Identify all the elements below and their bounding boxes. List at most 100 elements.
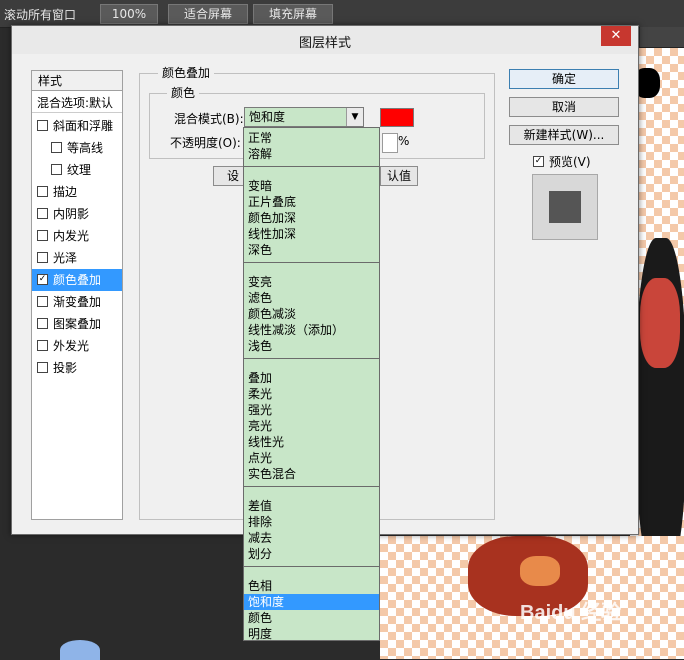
reset-default-button[interactable]: 认值 (380, 166, 418, 186)
blend-mode-option[interactable]: 颜色 (244, 610, 379, 626)
chevron-down-icon[interactable]: ▼ (346, 108, 363, 126)
preview-thumbnail (532, 174, 598, 240)
preview-label: 预览(V) (549, 155, 591, 169)
checkbox-icon[interactable] (37, 252, 48, 263)
fit-screen-button[interactable]: 适合屏幕 (168, 4, 248, 24)
blend-mode-option[interactable]: 颜色加深 (244, 210, 379, 226)
dropdown-separator (244, 358, 379, 359)
dialog-titlebar[interactable]: 图层样式 ✕ (12, 26, 638, 54)
blend-mode-option[interactable]: 线性减淡（添加） (244, 322, 379, 338)
blue-shape (60, 640, 100, 660)
style-item-label: 光泽 (53, 251, 78, 265)
blend-mode-option[interactable]: 实色混合 (244, 466, 379, 482)
blend-mode-option[interactable]: 叠加 (244, 370, 379, 386)
style-item-label: 斜面和浮雕 (53, 119, 114, 133)
style-item-label: 颜色叠加 (53, 273, 102, 287)
blend-mode-option[interactable]: 点光 (244, 450, 379, 466)
checkbox-icon[interactable] (37, 362, 48, 373)
blend-mode-option[interactable]: 差值 (244, 498, 379, 514)
blend-mode-option[interactable]: 亮光 (244, 418, 379, 434)
style-item[interactable]: 内阴影 (32, 203, 122, 225)
checkbox-icon[interactable] (51, 164, 62, 175)
blend-mode-option[interactable]: 饱和度 (244, 594, 379, 610)
make-default-label: 设 (226, 169, 239, 183)
blend-mode-option[interactable]: 正常 (244, 130, 379, 146)
blend-mode-option[interactable]: 排除 (244, 514, 379, 530)
artwork-shoe-highlight (520, 556, 560, 586)
style-item[interactable]: 投影 (32, 357, 122, 379)
blend-mode-option[interactable]: 深色 (244, 242, 379, 258)
color-overlay-title: 颜色叠加 (158, 64, 215, 81)
blend-mode-option[interactable]: 变暗 (244, 178, 379, 194)
checkbox-icon[interactable] (37, 230, 48, 241)
style-item-label: 外发光 (53, 339, 90, 353)
blend-mode-option[interactable]: 色相 (244, 578, 379, 594)
blend-mode-dropdown-list: 正常 溶解变暗 正片叠底 颜色加深 线性加深 深色变亮 滤色 颜色减淡 线性减淡（添加） 浅色叠加… (243, 127, 380, 641)
style-item-label: 等高线 (67, 141, 104, 155)
opacity-input[interactable] (382, 133, 398, 153)
blend-mode-option[interactable]: 正片叠底 (244, 194, 379, 210)
style-item[interactable]: 图案叠加 (32, 313, 122, 335)
checkbox-icon[interactable] (37, 120, 48, 131)
style-item[interactable]: 等高线 (32, 137, 122, 159)
checkbox-icon[interactable] (51, 142, 62, 153)
close-button[interactable]: ✕ (601, 26, 631, 46)
ok-button[interactable]: 确定 (509, 69, 619, 89)
style-item[interactable]: 纹理 (32, 159, 122, 181)
blend-mode-option[interactable]: 减去 (244, 530, 379, 546)
blend-mode-option[interactable]: 划分 (244, 546, 379, 562)
blending-options-item[interactable]: 混合选项:默认 (32, 93, 122, 113)
style-item[interactable]: 外发光 (32, 335, 122, 357)
style-item-label: 纹理 (67, 163, 92, 177)
preview-checkbox[interactable]: ✓ 预览(V) (533, 153, 591, 170)
blend-mode-option[interactable]: 滤色 (244, 290, 379, 306)
blend-mode-option[interactable]: 颜色减淡 (244, 306, 379, 322)
dialog-title: 图层样式 (298, 36, 351, 51)
artwork-red (640, 278, 680, 368)
style-item[interactable]: 光泽 (32, 247, 122, 269)
style-item[interactable]: ✓ 颜色叠加 (32, 269, 122, 291)
blend-mode-option[interactable]: 变亮 (244, 274, 379, 290)
blend-mode-option[interactable]: 浅色 (244, 338, 379, 354)
style-item[interactable]: 斜面和浮雕 (32, 115, 122, 137)
styles-list: 样式 混合选项:默认 斜面和浮雕等高线纹理描边内阴影内发光光泽 ✓ 颜色叠加渐变叠加… (31, 70, 123, 520)
blend-mode-option[interactable]: 柔光 (244, 386, 379, 402)
cancel-button[interactable]: 取消 (509, 97, 619, 117)
checkbox-icon[interactable] (37, 296, 48, 307)
overlay-color-swatch[interactable] (380, 108, 414, 127)
blend-mode-option[interactable]: 线性光 (244, 434, 379, 450)
scroll-all-windows-checkbox[interactable]: 滚动所有窗口 (4, 6, 76, 23)
style-item[interactable]: 描边 (32, 181, 122, 203)
checkbox-icon[interactable] (37, 318, 48, 329)
preview-swatch (549, 191, 581, 223)
style-item-label: 描边 (53, 185, 78, 199)
checkbox-checked-icon[interactable]: ✓ (37, 274, 48, 285)
blend-mode-option[interactable]: 明度 (244, 626, 379, 640)
dropdown-separator (244, 566, 379, 567)
new-style-button[interactable]: 新建样式(W)... (509, 125, 619, 145)
style-item[interactable]: 渐变叠加 (32, 291, 122, 313)
blend-mode-value: 饱和度 (249, 110, 286, 124)
opacity-unit: % (398, 134, 410, 148)
blend-mode-label: 混合模式(B): (174, 112, 244, 126)
blend-mode-option[interactable]: 溶解 (244, 146, 379, 162)
blend-mode-select[interactable]: 饱和度 ▼ (244, 107, 364, 127)
checkbox-icon[interactable] (37, 208, 48, 219)
style-item-label: 内阴影 (53, 207, 90, 221)
fill-screen-button[interactable]: 填充屏幕 (253, 4, 333, 24)
zoom-100-button[interactable]: 100% (100, 4, 158, 24)
color-subtitle: 颜色 (167, 84, 200, 101)
checkbox-icon[interactable] (37, 186, 48, 197)
dropdown-separator (244, 262, 379, 263)
style-item-label: 内发光 (53, 229, 90, 243)
checkbox-icon[interactable] (37, 340, 48, 351)
style-item[interactable]: 内发光 (32, 225, 122, 247)
styles-header[interactable]: 样式 (32, 71, 122, 91)
blend-mode-option[interactable]: 线性加深 (244, 226, 379, 242)
baidu-watermark: Baidu 经验 (520, 602, 622, 624)
dropdown-separator (244, 486, 379, 487)
dropdown-separator (244, 166, 379, 167)
check-icon: ✓ (533, 156, 544, 167)
style-item-label: 投影 (53, 361, 78, 375)
blend-mode-option[interactable]: 强光 (244, 402, 379, 418)
